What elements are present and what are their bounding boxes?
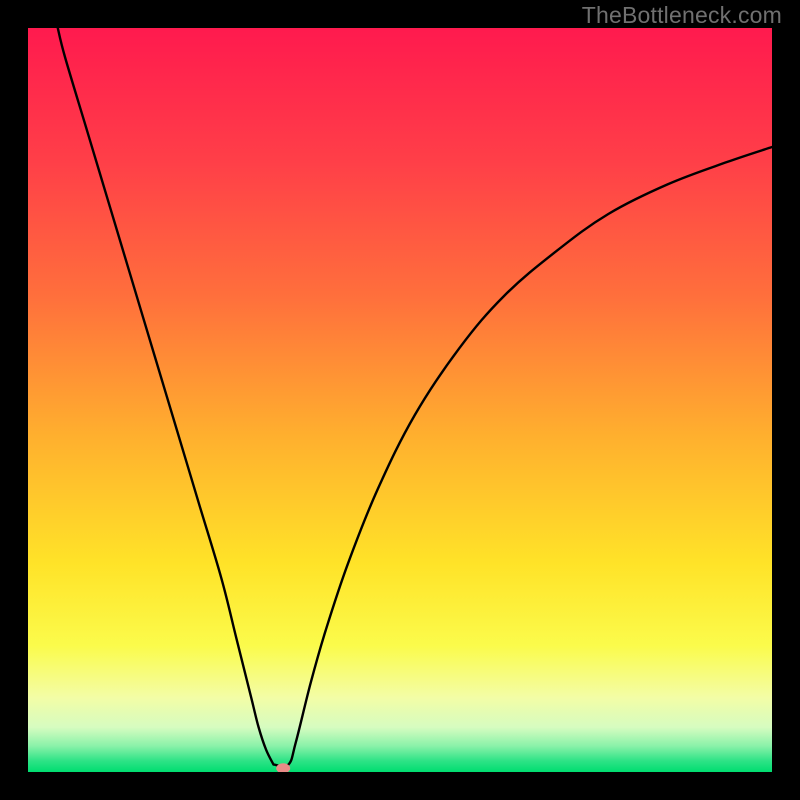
watermark-text: TheBottleneck.com: [582, 2, 782, 29]
chart-frame: { "watermark": "TheBottleneck.com", "cha…: [0, 0, 800, 800]
bottleneck-chart: [28, 28, 772, 772]
gradient-background: [28, 28, 772, 772]
